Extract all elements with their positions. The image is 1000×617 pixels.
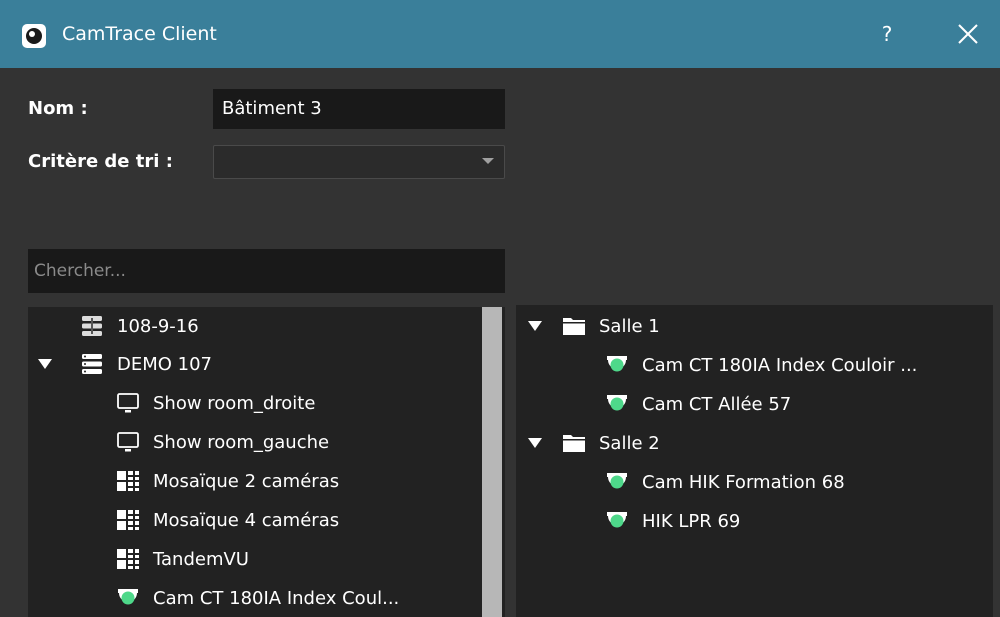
tree-item-label: TandemVU bbox=[153, 548, 249, 570]
tree-item-label: Mosaïque 2 caméras bbox=[153, 470, 340, 492]
tree-item[interactable]: Mosaïque 2 caméras bbox=[28, 462, 339, 500]
tree-item[interactable]: Cam HIK Formation 68 bbox=[516, 463, 845, 501]
tree-item[interactable]: Cam CT 180IA Index Coul... bbox=[28, 579, 399, 617]
title-bar: CamTrace Client ? bbox=[0, 0, 1000, 68]
server-icon bbox=[82, 354, 102, 374]
tree-item-label: Cam CT 180IA Index Couloir ... bbox=[642, 354, 918, 376]
close-button[interactable] bbox=[950, 18, 986, 50]
tree-item-label: Cam HIK Formation 68 bbox=[642, 471, 845, 493]
name-label: Nom : bbox=[28, 98, 88, 119]
tree-item[interactable]: TandemVU bbox=[28, 540, 249, 578]
tree-item-label: Show room_gauche bbox=[153, 431, 330, 453]
monitor-icon bbox=[117, 432, 139, 452]
expand-arrow-icon[interactable] bbox=[38, 359, 52, 369]
dialog-content: Nom : Bâtiment 3 Critère de tri : 108-9-… bbox=[0, 68, 1000, 617]
chevron-down-icon bbox=[482, 158, 494, 164]
name-field[interactable]: Bâtiment 3 bbox=[213, 89, 505, 129]
tree-item-label: 108-9-16 bbox=[117, 315, 199, 337]
sort-label: Critère de tri : bbox=[28, 151, 173, 172]
tree-item-label: Mosaïque 4 caméras bbox=[153, 509, 340, 531]
mosaic-icon bbox=[117, 549, 139, 569]
tree-item[interactable]: Cam CT Allée 57 bbox=[516, 385, 791, 423]
search-input[interactable] bbox=[28, 249, 505, 293]
tree-item-label: Show room_droite bbox=[153, 392, 316, 414]
tree-item-label: HIK LPR 69 bbox=[642, 510, 741, 532]
tree-item[interactable]: Show room_droite bbox=[28, 384, 315, 422]
window-title: CamTrace Client bbox=[62, 23, 217, 45]
tree-item-label: Cam CT 180IA Index Coul... bbox=[153, 587, 400, 609]
tree-item[interactable]: Mosaïque 4 caméras bbox=[28, 501, 339, 539]
camera-icon bbox=[607, 512, 627, 528]
building-content-tree[interactable]: Salle 1 Cam CT 180IA Index Couloir ... C… bbox=[516, 305, 993, 617]
camera-icon bbox=[118, 589, 138, 605]
tree-item-label: Salle 2 bbox=[599, 432, 660, 454]
folder-icon bbox=[563, 318, 585, 335]
sort-criteria-select[interactable] bbox=[213, 145, 505, 179]
scrollbar-thumb[interactable] bbox=[482, 307, 502, 617]
tree-item[interactable]: HIK LPR 69 bbox=[516, 502, 740, 540]
camera-icon bbox=[607, 356, 627, 372]
close-icon bbox=[958, 24, 978, 44]
help-button[interactable]: ? bbox=[872, 20, 902, 48]
monitor-icon bbox=[117, 393, 139, 413]
tree-item[interactable]: Salle 1 bbox=[516, 307, 660, 345]
tree-item-label: DEMO 107 bbox=[117, 353, 213, 375]
camtrace-logo-icon bbox=[22, 24, 46, 48]
camera-icon bbox=[607, 395, 627, 411]
server-icon bbox=[82, 316, 102, 336]
tree-item[interactable]: DEMO 107 bbox=[28, 345, 212, 383]
tree-item-label: Cam CT Allée 57 bbox=[642, 393, 792, 415]
mosaic-icon bbox=[117, 471, 139, 491]
expand-arrow-icon[interactable] bbox=[528, 438, 542, 448]
tree-item-label: Salle 1 bbox=[599, 315, 660, 337]
tree-item[interactable]: Cam CT 180IA Index Couloir ... bbox=[516, 346, 917, 384]
expand-arrow-icon[interactable] bbox=[528, 321, 542, 331]
mosaic-icon bbox=[117, 510, 139, 530]
available-items-tree[interactable]: 108-9-16 DEMO 107 Show room_droite Show … bbox=[28, 307, 505, 617]
tree-item[interactable]: 108-9-16 bbox=[28, 307, 199, 345]
tree-item[interactable]: Salle 2 bbox=[516, 424, 660, 462]
tree-scrollbar[interactable] bbox=[480, 307, 502, 617]
camera-icon bbox=[607, 473, 627, 489]
folder-icon bbox=[563, 435, 585, 452]
tree-item[interactable]: Show room_gauche bbox=[28, 423, 329, 461]
